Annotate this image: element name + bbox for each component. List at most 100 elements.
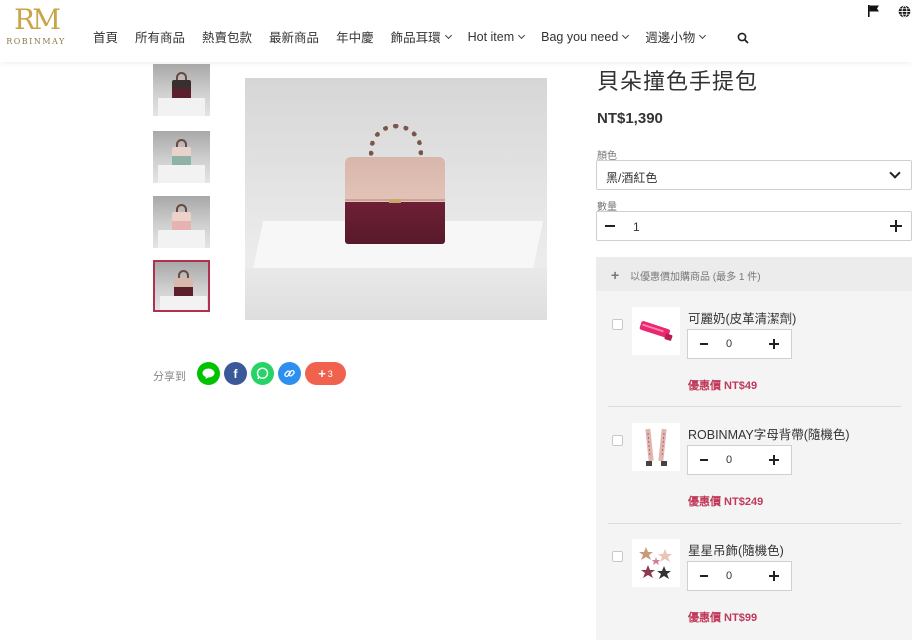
chevron-down-icon <box>518 31 526 39</box>
nav-item-anniversary-sale[interactable]: 年中慶 <box>336 27 374 46</box>
nav-item-accessories[interactable]: 飾品耳環 <box>390 27 452 46</box>
nav-item-label: 最新商品 <box>269 31 320 45</box>
globe-icon[interactable] <box>898 5 911 18</box>
addon-item: 星星吊飾(隨機色) 0 優惠價 NT$99 <box>596 523 912 639</box>
addon-price: 優惠價 NT$249 <box>688 496 764 508</box>
nav-item-label: 熱賣包款 <box>202 31 253 45</box>
nav-item-label: 飾品耳環 <box>390 31 441 45</box>
chevron-down-icon <box>444 31 452 39</box>
chevron-down-icon <box>699 31 707 39</box>
addon-header[interactable]: + 以優惠價加購商品 (最多 1 件) <box>596 257 912 291</box>
product-thumbnail-3[interactable] <box>153 196 210 248</box>
addon-price: 優惠價 NT$49 <box>688 380 758 392</box>
nav-item-label: Hot item <box>467 29 515 44</box>
chevron-down-icon <box>622 31 630 39</box>
quantity-stepper: 0 <box>687 329 792 359</box>
quantity-increase-button[interactable] <box>890 220 902 232</box>
quantity-stepper: 1 <box>596 211 912 241</box>
bag-bottom-panel <box>172 221 191 230</box>
product-title: 貝朵撞色手提包 <box>597 69 759 94</box>
bag-top-panel <box>174 278 193 287</box>
product-price: NT$1,390 <box>597 110 663 127</box>
nav-item-home[interactable]: 首頁 <box>93 27 118 46</box>
bag-top-panel <box>172 147 191 156</box>
plinth <box>158 165 205 183</box>
nav-item-new-arrivals[interactable]: 最新商品 <box>269 27 319 46</box>
facebook-share-button[interactable]: f <box>224 362 247 385</box>
addon-checkbox[interactable] <box>612 551 623 562</box>
quantity-stepper: 0 <box>687 445 792 475</box>
increase-button[interactable] <box>769 339 779 349</box>
nav-item-best-sellers[interactable]: 熱賣包款 <box>202 27 252 46</box>
line-share-button[interactable] <box>197 362 220 385</box>
addon-thumbnail <box>632 307 680 355</box>
quantity-input[interactable]: 0 <box>726 338 732 350</box>
bag-top-panel <box>172 80 191 89</box>
share-count: 3 <box>327 368 333 379</box>
color-select[interactable]: 黑/酒紅色 <box>596 160 912 190</box>
cleaner-tube-icon <box>639 321 673 341</box>
color-select-value: 黑/酒紅色 <box>606 171 658 185</box>
plinth-side <box>245 268 547 320</box>
line-icon <box>202 368 215 379</box>
share-more-button[interactable]: +3 <box>305 362 346 385</box>
addon-name: 可麗奶(皮革清潔劑) <box>688 312 797 326</box>
decrease-button[interactable] <box>700 459 708 461</box>
addon-price: 優惠價 NT$99 <box>688 612 758 624</box>
addon-item: 可麗奶(皮革清潔劑) 0 優惠價 NT$49 <box>596 291 912 407</box>
nav-item-label: Bag you need <box>541 29 619 44</box>
share-label: 分享到 <box>153 371 186 383</box>
link-icon <box>284 369 295 378</box>
addon-item: ROBINMAY字母背帶(隨機色) 0 優惠價 NT$249 <box>596 407 912 523</box>
increase-button[interactable] <box>769 455 779 465</box>
chevron-down-icon <box>889 167 901 179</box>
product-thumbnail-2[interactable] <box>153 131 210 183</box>
quantity-decrease-button[interactable] <box>605 225 615 227</box>
addon-thumbnail <box>632 539 680 587</box>
product-main-image[interactable] <box>245 78 547 320</box>
plus-icon: + <box>318 366 326 381</box>
whatsapp-share-button[interactable] <box>251 362 274 385</box>
plinth <box>160 296 207 310</box>
quantity-input[interactable]: 1 <box>633 220 640 234</box>
brand-logo[interactable]: RM ROBINMAY <box>0 6 72 50</box>
plinth <box>158 230 205 248</box>
bag-bottom-panel <box>345 202 445 244</box>
strap-icon <box>645 428 667 466</box>
decrease-button[interactable] <box>700 575 708 577</box>
quantity-input[interactable]: 0 <box>726 454 732 466</box>
main-nav: 首頁 所有商品 熱賣包款 最新商品 年中慶 飾品耳環 Hot item Bag … <box>93 27 722 46</box>
addon-name: ROBINMAY字母背帶(隨機色) <box>688 428 850 442</box>
quantity-input[interactable]: 0 <box>726 570 732 582</box>
product-thumbnail-4[interactable] <box>153 260 210 312</box>
addon-panel: + 以優惠價加購商品 (最多 1 件) 可麗奶(皮革清潔劑) 0 優惠價 NT$… <box>596 257 912 640</box>
decrease-button[interactable] <box>700 343 708 345</box>
nav-item-label: 首頁 <box>93 31 119 45</box>
nav-item-merchandise[interactable]: 週邊小物 <box>645 27 707 46</box>
bag-bottom-panel <box>172 89 191 98</box>
increase-button[interactable] <box>769 571 779 581</box>
nav-item-label: 年中慶 <box>336 31 374 45</box>
addon-header-text: 以優惠價加購商品 (最多 1 件) <box>630 272 761 283</box>
nav-item-hot-item[interactable]: Hot item <box>467 29 526 44</box>
quantity-stepper: 0 <box>687 561 792 591</box>
nav-item-all-products[interactable]: 所有商品 <box>135 27 185 46</box>
plinth <box>158 98 205 116</box>
copy-link-button[interactable] <box>278 362 301 385</box>
search-icon[interactable] <box>737 32 749 44</box>
bag-top-panel <box>172 212 191 221</box>
facebook-icon: f <box>233 366 238 381</box>
addon-checkbox[interactable] <box>612 319 623 330</box>
addon-checkbox[interactable] <box>612 435 623 446</box>
bag-bottom-panel <box>174 287 193 296</box>
bag-clasp <box>389 199 401 203</box>
flag-icon[interactable] <box>867 4 881 18</box>
nav-item-bag-you-need[interactable]: Bag you need <box>541 29 630 44</box>
plus-icon: + <box>611 267 620 283</box>
bag-bottom-panel <box>172 156 191 165</box>
site-header: RM ROBINMAY 首頁 所有商品 熱賣包款 最新商品 年中慶 飾品耳環 H… <box>0 0 912 62</box>
whatsapp-icon <box>256 367 269 380</box>
nav-item-label: 所有商品 <box>135 31 186 45</box>
product-thumbnail-1[interactable] <box>153 64 210 116</box>
bag-top-panel <box>345 157 445 204</box>
